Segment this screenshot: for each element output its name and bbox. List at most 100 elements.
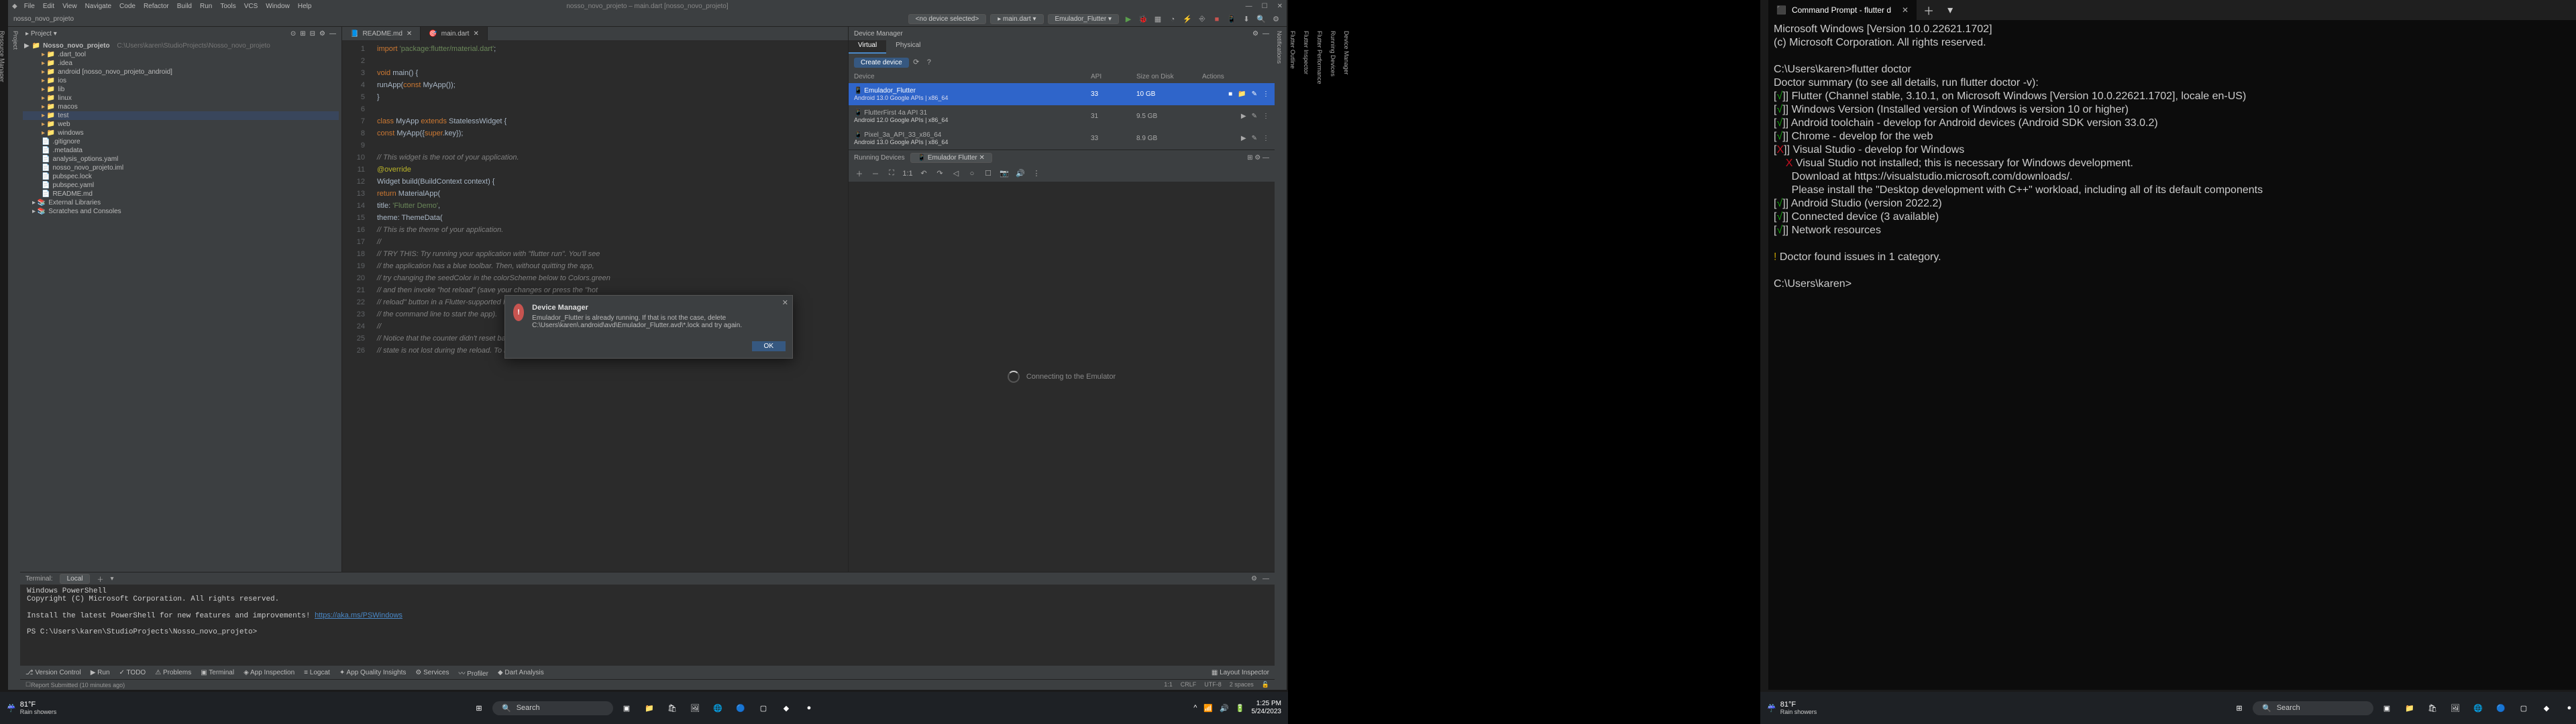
ps-link[interactable]: https://aka.ms/PSWindows (315, 611, 402, 619)
volume-tray-icon[interactable]: 🔊 (1220, 704, 1229, 713)
tree-node[interactable]: ▸ 📚 Scratches and Consoles (23, 207, 339, 216)
device-menu-icon[interactable]: ⋮ (1263, 135, 1269, 142)
tree-node[interactable]: ▸ 📁 .dart_tool (23, 50, 339, 59)
tree-node[interactable]: 📄 nosso_novo_projeto.iml (23, 164, 339, 172)
back-icon[interactable]: ◁ (951, 168, 961, 179)
run-icon[interactable]: ▶ (1123, 14, 1134, 25)
rotate-left-icon[interactable]: ↶ (918, 168, 929, 179)
tool-version-control[interactable]: ⎇ Version Control (25, 669, 81, 676)
running-device-combo[interactable]: 📱 Emulador Flutter ✕ (910, 153, 992, 163)
more-icon[interactable]: ⋮ (1031, 168, 1042, 179)
tool-layout-inspector[interactable]: ▦ Layout Inspector (1212, 669, 1269, 676)
stop-device-icon[interactable]: ■ (1228, 90, 1232, 98)
open-folder-icon[interactable]: 📁 (1238, 90, 1246, 98)
coverage-icon[interactable]: ▦ (1152, 14, 1163, 25)
tree-node[interactable]: 📄 README.md (23, 190, 339, 198)
battery-icon[interactable]: 🔋 (1236, 704, 1245, 713)
tree-node[interactable]: ▸ 📁 windows (23, 129, 339, 137)
run-config-combo[interactable]: ▸ main.dart ▾ (990, 14, 1043, 24)
tool-terminal[interactable]: ▣ Terminal (201, 669, 234, 676)
menu-navigate[interactable]: Navigate (85, 3, 111, 10)
chrome-icon[interactable]: 🔵 (2491, 699, 2510, 717)
tree-node[interactable]: ▸ 📁 lib (23, 85, 339, 94)
tool-profiler[interactable]: 〰 Profiler (458, 668, 488, 678)
tree-node[interactable]: 📄 pubspec.yaml (23, 181, 339, 190)
menu-file[interactable]: File (24, 3, 35, 10)
menu-view[interactable]: View (62, 3, 77, 10)
explorer-icon[interactable]: 📁 (2400, 699, 2419, 717)
zoom-out-icon[interactable]: － (870, 168, 881, 179)
device-selector-combo[interactable]: <no device selected> (908, 14, 987, 24)
terminal-icon[interactable]: ▢ (754, 699, 773, 717)
zoom-actual-icon[interactable]: 1:1 (902, 168, 913, 179)
readonly-lock-icon[interactable]: 🔓 (1262, 681, 1269, 688)
dialog-ok-button[interactable]: OK (752, 341, 786, 351)
terminal-dropdown-icon[interactable]: ▾ (110, 575, 113, 583)
tab-physical[interactable]: Physical (886, 40, 930, 54)
cmd-tab[interactable]: ⬛ Command Prompt - flutter d ✕ (1768, 0, 1917, 20)
tree-node[interactable]: 📄 .metadata (23, 146, 339, 155)
running-hide-icon[interactable]: — (1263, 154, 1269, 162)
tool-problems[interactable]: ⚠ Problems (155, 669, 191, 676)
dialog-close-icon[interactable]: ✕ (782, 298, 788, 307)
new-tab-icon[interactable]: ＋ (1917, 2, 1941, 18)
tree-node[interactable]: ▸ 📁 ios (23, 76, 339, 85)
debug-icon[interactable]: 🐞 (1138, 14, 1148, 25)
stop-icon[interactable]: ■ (1212, 14, 1222, 25)
android-studio-icon[interactable]: ◆ (2537, 699, 2556, 717)
tool-app-inspection[interactable]: ◈ App Inspection (244, 669, 294, 676)
tool-dart-analysis[interactable]: ◆ Dart Analysis (498, 669, 544, 676)
project-tool-button[interactable]: Project (12, 31, 19, 686)
menu-build[interactable]: Build (177, 3, 192, 10)
rotate-right-icon[interactable]: ↷ (934, 168, 945, 179)
weather-widget[interactable]: ☔ 81°FRain showers (1767, 701, 1817, 715)
store-icon[interactable]: 🛍 (2423, 699, 2442, 717)
hot-reload-icon[interactable]: ⚡ (1182, 14, 1193, 25)
device-row[interactable]: 📱 Emulador_FlutterAndroid 13.0 Google AP… (849, 83, 1275, 105)
tree-node[interactable]: 📄 .gitignore (23, 137, 339, 146)
overview-icon[interactable]: ☐ (983, 168, 994, 179)
resource-manager-tool-button[interactable]: Resource Manager (0, 31, 5, 686)
android-studio-icon[interactable]: ◆ (777, 699, 796, 717)
tool-todo[interactable]: ✓ TODO (119, 669, 146, 676)
start-icon[interactable]: ⊞ (2230, 699, 2249, 717)
tab-main-dart[interactable]: 🎯 main.dart ✕ (421, 27, 488, 40)
line-separator[interactable]: CRLF (1181, 681, 1197, 688)
chevron-up-icon[interactable]: ^ (1193, 704, 1197, 712)
minimize-icon[interactable]: — (1246, 3, 1252, 10)
avd-manager-icon[interactable]: 📱 (1226, 14, 1237, 25)
chrome-icon[interactable]: 🔵 (731, 699, 750, 717)
screenshot-icon[interactable]: 📷 (999, 168, 1010, 179)
device-row[interactable]: 📱 FlutterFirst 4a API 31Android 12.0 Goo… (849, 105, 1275, 127)
indent-setting[interactable]: 2 spaces (1230, 681, 1254, 688)
wifi-icon[interactable]: 📶 (1203, 704, 1213, 713)
weather-widget[interactable]: ☔ 81°FRain showers (7, 701, 56, 715)
expand-all-icon[interactable]: ⊞ (300, 30, 305, 38)
zoom-fit-icon[interactable]: ⛶ (886, 168, 897, 179)
settings-icon[interactable]: ⚙ (1271, 14, 1281, 25)
running-gear-icon[interactable]: ⚙ (1254, 154, 1260, 162)
project-view-combo[interactable]: ▸ Project ▾ (25, 30, 57, 38)
task-view-icon[interactable]: ▣ (617, 699, 636, 717)
taskbar-search[interactable]: 🔍 Search (2253, 701, 2373, 715)
tab-virtual[interactable]: Virtual (849, 40, 886, 54)
tool-run[interactable]: ▶ Run (91, 669, 110, 676)
help-icon[interactable]: ? (924, 57, 934, 68)
project-tree[interactable]: ▶📁Nosso_novo_projeto C:\Users\karen\Stud… (20, 40, 341, 572)
breadcrumb[interactable]: nosso_novo_projeto (13, 15, 74, 23)
home-icon[interactable]: ○ (967, 168, 977, 179)
file-encoding[interactable]: UTF-8 (1204, 681, 1222, 688)
tree-node[interactable]: ▸ 📚 External Libraries (23, 198, 339, 207)
tree-node[interactable]: ▸ 📁 web (23, 120, 339, 129)
tree-node[interactable]: ▸ 📁 linux (23, 94, 339, 103)
zoom-in-icon[interactable]: ＋ (854, 168, 865, 179)
menu-code[interactable]: Code (119, 3, 136, 10)
notifications-tool-button[interactable]: Notifications (1276, 31, 1283, 686)
menu-edit[interactable]: Edit (43, 3, 54, 10)
device-manager-tool-button[interactable]: Device Manager (1343, 31, 1350, 686)
maximize-icon[interactable]: ☐ (1262, 3, 1268, 10)
sdk-manager-icon[interactable]: ⬇ (1241, 14, 1252, 25)
edit-device-icon[interactable]: ✎ (1252, 135, 1257, 142)
tool-app-quality[interactable]: ✦ App Quality Insights (339, 669, 407, 676)
photos-icon[interactable]: 🖼 (686, 699, 704, 717)
